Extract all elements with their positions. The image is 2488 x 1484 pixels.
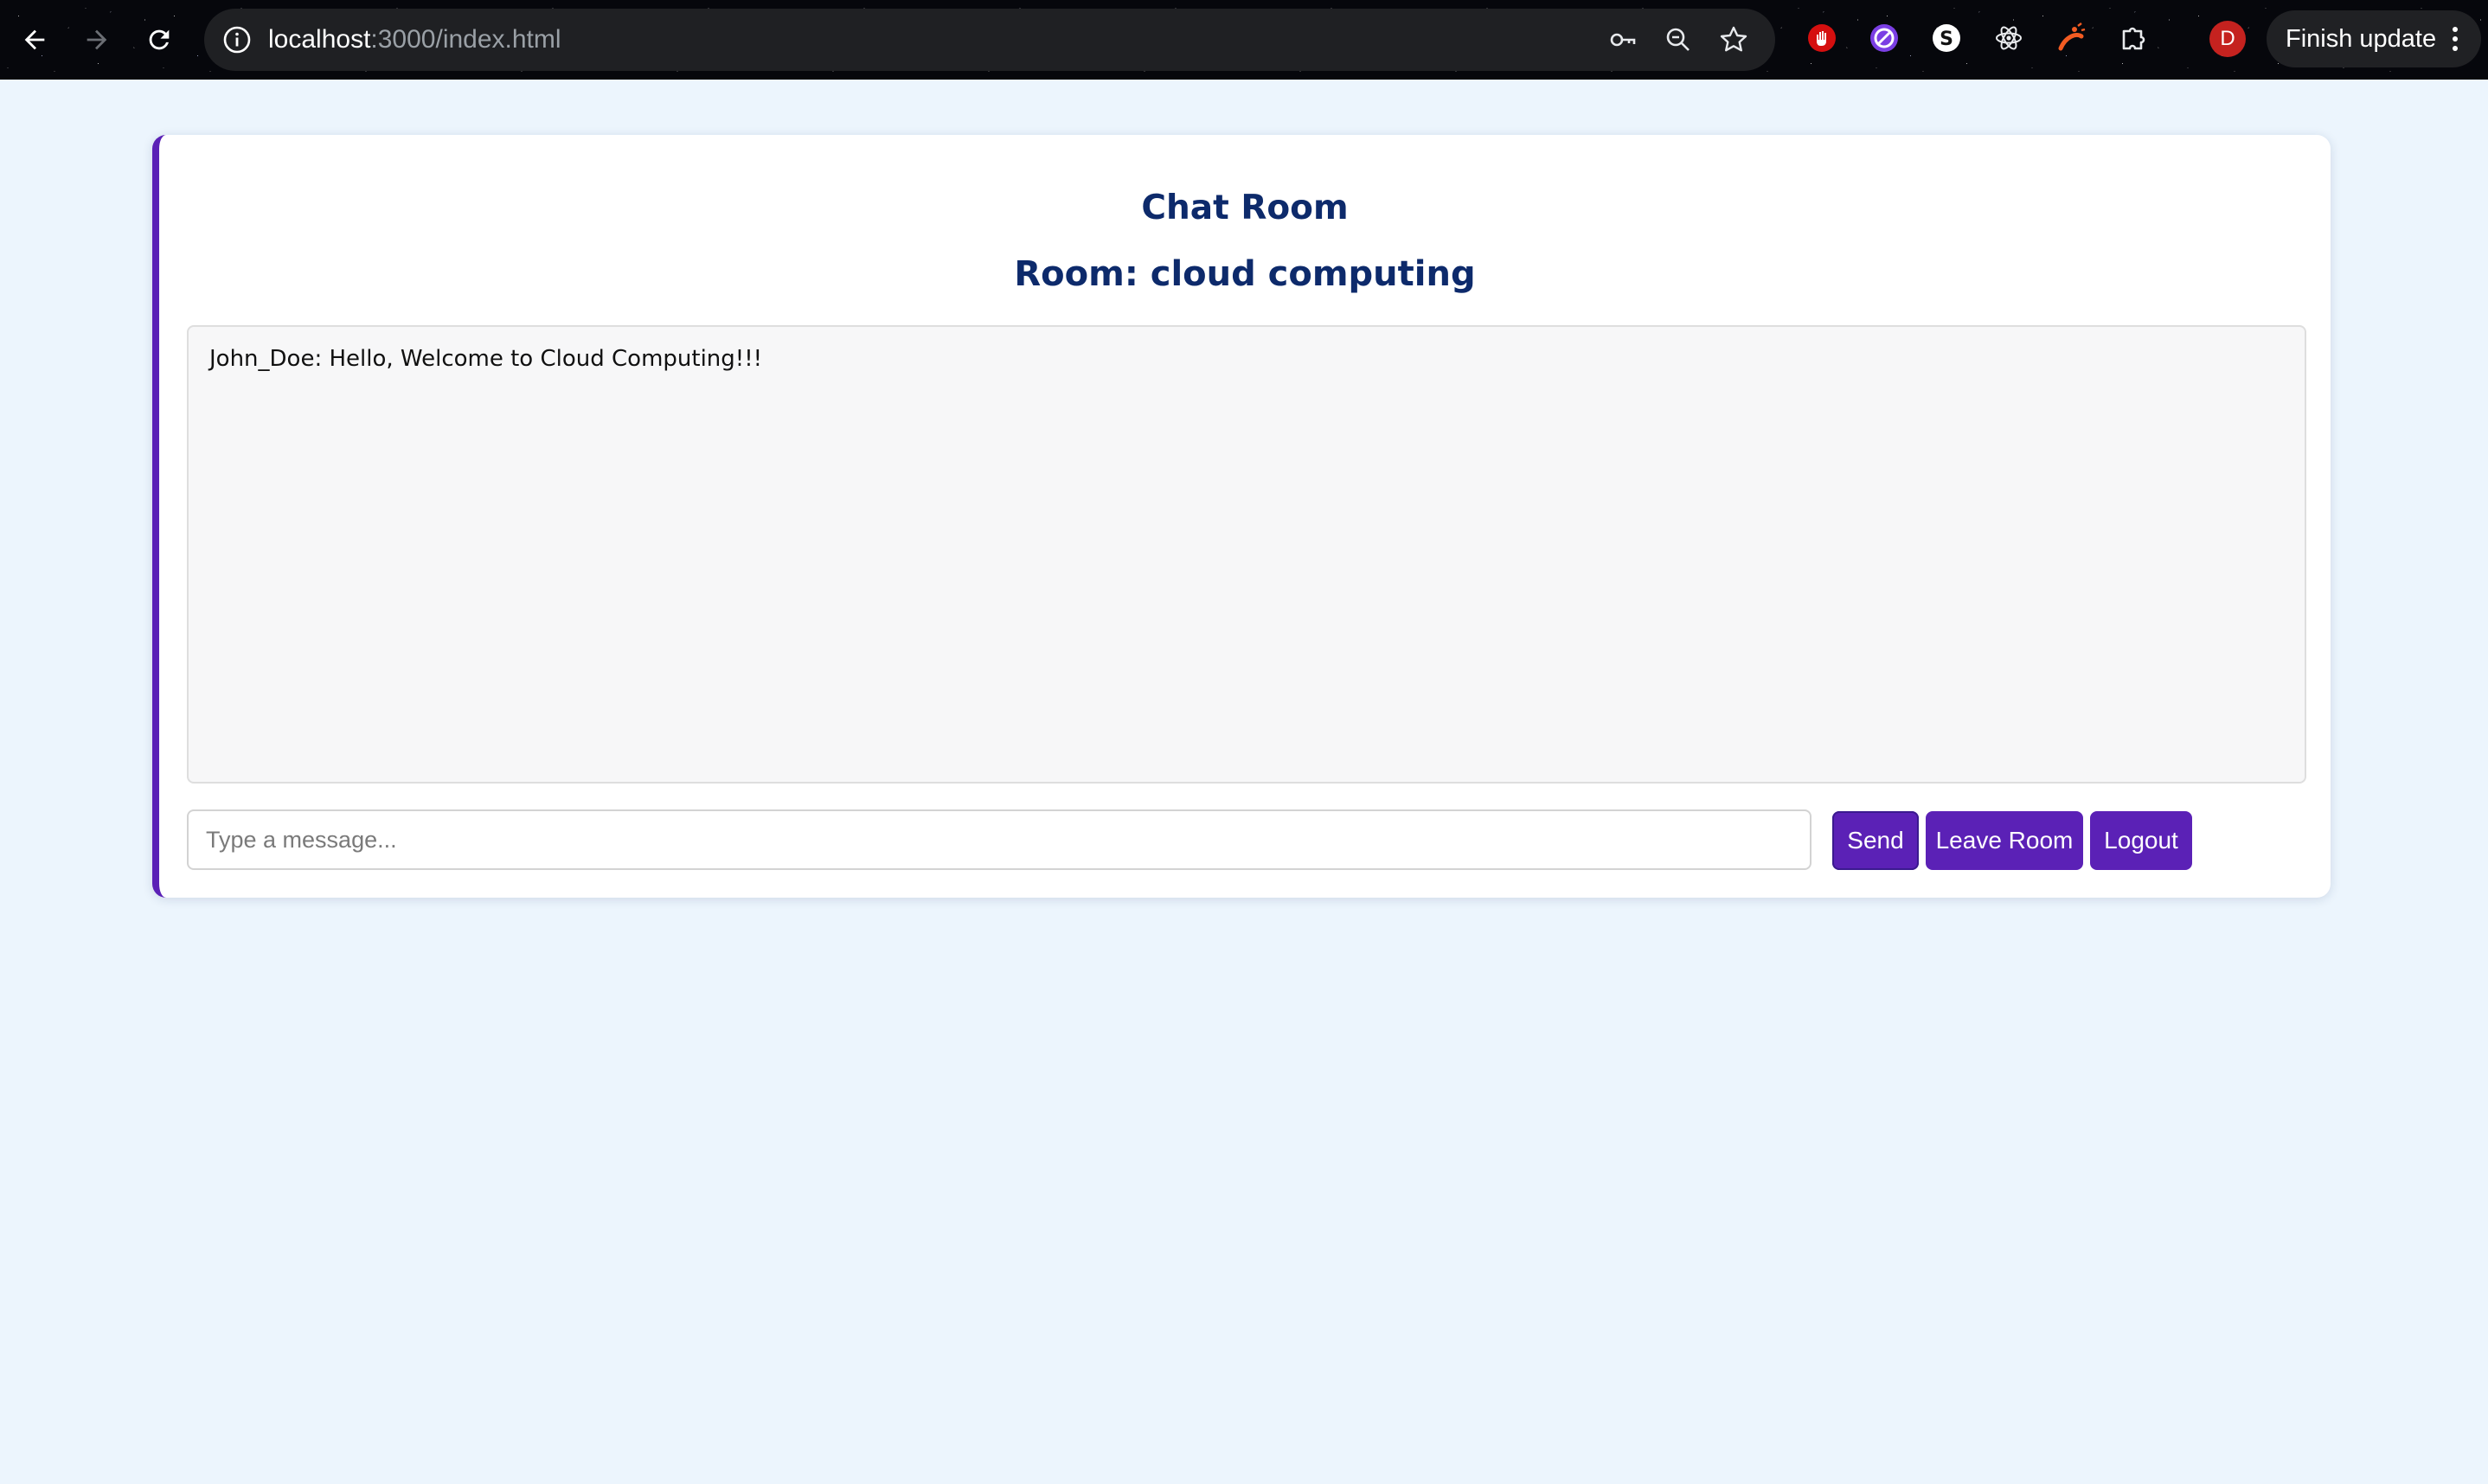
page-title: Chat Room xyxy=(1141,189,1349,227)
site-info-icon[interactable] xyxy=(220,22,254,57)
back-arrow-icon xyxy=(24,29,45,50)
s-extension-icon[interactable]: S xyxy=(1927,19,1965,57)
react-devtools-icon[interactable] xyxy=(1990,19,2028,57)
finish-update-button[interactable]: Finish update xyxy=(2267,10,2481,67)
chat-message: John_Doe: Hello, Welcome to Cloud Comput… xyxy=(209,346,763,372)
reload-icon xyxy=(149,29,170,50)
reload-button[interactable] xyxy=(135,16,183,64)
finish-update-label: Finish update xyxy=(2286,24,2437,53)
address-bar[interactable]: localhost:3000/index.html xyxy=(204,9,1775,71)
room-name: Room: cloud computing xyxy=(1014,254,1476,294)
zoom-icon[interactable] xyxy=(1663,24,1694,55)
redux-extension-icon[interactable] xyxy=(2052,19,2090,57)
forward-arrow-icon xyxy=(87,29,107,50)
bookmark-star-icon[interactable] xyxy=(1718,24,1749,55)
message-list[interactable]: John_Doe: Hello, Welcome to Cloud Comput… xyxy=(187,325,2306,784)
url-text[interactable]: localhost:3000/index.html xyxy=(268,9,561,71)
profile-avatar[interactable]: D xyxy=(2209,21,2246,57)
forward-button[interactable] xyxy=(73,16,121,64)
message-input[interactable] xyxy=(187,809,1811,870)
extensions-puzzle-icon[interactable] xyxy=(2114,19,2152,57)
password-key-icon[interactable] xyxy=(1607,24,1638,55)
logout-button[interactable]: Logout xyxy=(2090,811,2192,870)
back-button[interactable] xyxy=(10,16,59,64)
url-path: :3000/index.html xyxy=(370,25,561,54)
send-button[interactable]: Send xyxy=(1832,811,1919,870)
url-host: localhost xyxy=(268,25,371,54)
chat-container: Chat Room Room: cloud computing John_Doe… xyxy=(152,135,2331,898)
svg-text:S: S xyxy=(1940,29,1953,50)
leave-room-button[interactable]: Leave Room xyxy=(1926,811,2083,870)
browser-toolbar: localhost:3000/index.html S D Finish upd… xyxy=(0,0,2488,80)
more-menu-icon xyxy=(2453,27,2458,51)
blocker-extension-icon[interactable] xyxy=(1865,19,1903,57)
red-hand-extension-icon[interactable] xyxy=(1803,19,1841,57)
